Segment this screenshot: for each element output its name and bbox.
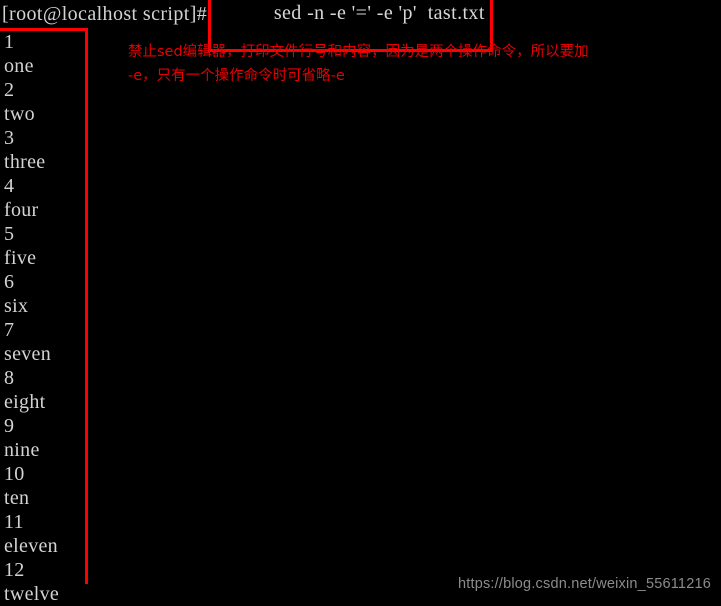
output-line: 8 [4, 367, 15, 389]
command-text[interactable]: sed -n -e '=' -e 'p' tast.txt [274, 2, 485, 24]
prompt-line: [root@localhost script]# sed -n -e '=' -… [2, 0, 493, 52]
output-line: 1 [4, 31, 15, 53]
annotation-line-2: -e，只有一个操作命令时可省略-e [128, 68, 345, 84]
output-line: four [4, 199, 39, 221]
terminal-window[interactable]: [root@localhost script]# sed -n -e '=' -… [0, 0, 721, 605]
output-line: six [4, 295, 29, 317]
output-line: one [4, 55, 34, 77]
output-line: 6 [4, 271, 15, 293]
output-line: 11 [4, 511, 24, 533]
output-line: seven [4, 343, 52, 365]
output-line: eleven [4, 535, 58, 557]
annotation-line-1: 禁止sed编辑器，打印文件行号和内容，因为是两个操作命令，所以要加 [128, 44, 589, 60]
shell-prompt: [root@localhost script]# [2, 2, 208, 25]
output-line: 10 [4, 463, 25, 485]
output-line: ten [4, 487, 30, 509]
output-line: 3 [4, 127, 15, 149]
output-line: 9 [4, 415, 15, 437]
annotation-note: 禁止sed编辑器，打印文件行号和内容，因为是两个操作命令，所以要加 -e，只有一… [128, 40, 688, 88]
output-line: 12 [4, 559, 25, 581]
output-line: three [4, 151, 46, 173]
output-line: twelve [4, 583, 60, 605]
watermark-url: https://blog.csdn.net/weixin_55611216 [457, 576, 711, 592]
output-line: eight [4, 391, 46, 413]
command-output: 1 one 2 two 3 three 4 four 5 five 6 six … [4, 30, 124, 606]
output-line: 5 [4, 223, 15, 245]
output-line: 7 [4, 319, 15, 341]
output-line: two [4, 103, 35, 125]
output-line: five [4, 247, 37, 269]
output-line: 4 [4, 175, 15, 197]
output-line: 2 [4, 79, 15, 101]
output-line: nine [4, 439, 40, 461]
